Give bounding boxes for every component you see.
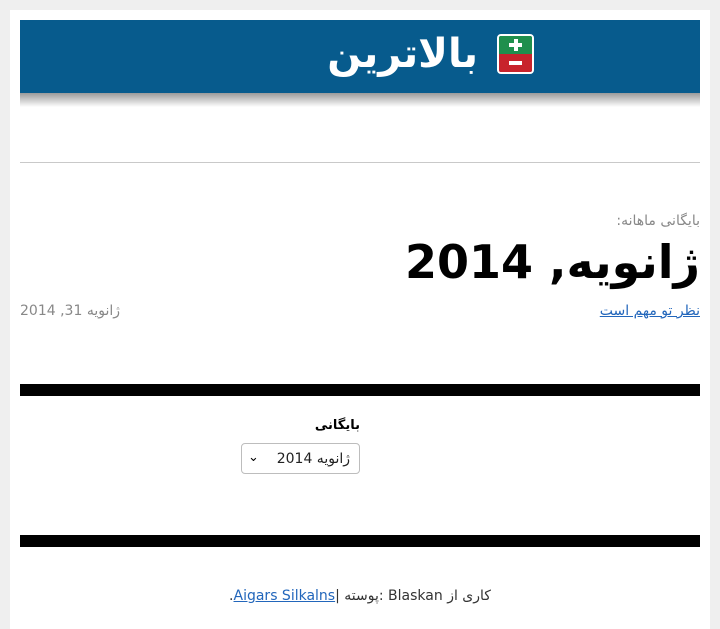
archive-widget-title: بایگانی [314, 418, 360, 433]
page-title: ژانویه, 2014 [404, 235, 701, 289]
divider [20, 162, 700, 163]
footer-prefix: | پوسته: Blaskan کاری از [335, 588, 491, 604]
site-logo-text[interactable]: بالاترین [327, 32, 479, 76]
page-container: بالاترین بایگانی ماهانه: ژانویه, 2014 نظ… [10, 10, 710, 629]
section-divider-top [20, 384, 700, 396]
header-shadow [20, 93, 700, 107]
plus-minus-icon[interactable] [497, 34, 534, 74]
archive-select-value: ژانویه 2014 [276, 451, 350, 467]
post-date: ژانویه 31, 2014 [20, 303, 121, 319]
header-banner[interactable]: بالاترین [20, 20, 700, 93]
archive-select[interactable]: ژانویه 2014 ⌄ [241, 443, 360, 474]
chevron-down-icon: ⌄ [248, 450, 259, 465]
author-link[interactable]: Aigars Silkalns [234, 588, 336, 604]
minus-icon [499, 54, 532, 72]
archive-label: بایگانی ماهانه: [616, 213, 700, 229]
post-title-link[interactable]: نظر تو مهم است [600, 303, 700, 319]
footer-credit: .Aigars Silkalns| پوسته: Blaskan کاری از [10, 588, 710, 604]
plus-icon [499, 36, 532, 54]
section-divider-bottom [20, 535, 700, 547]
